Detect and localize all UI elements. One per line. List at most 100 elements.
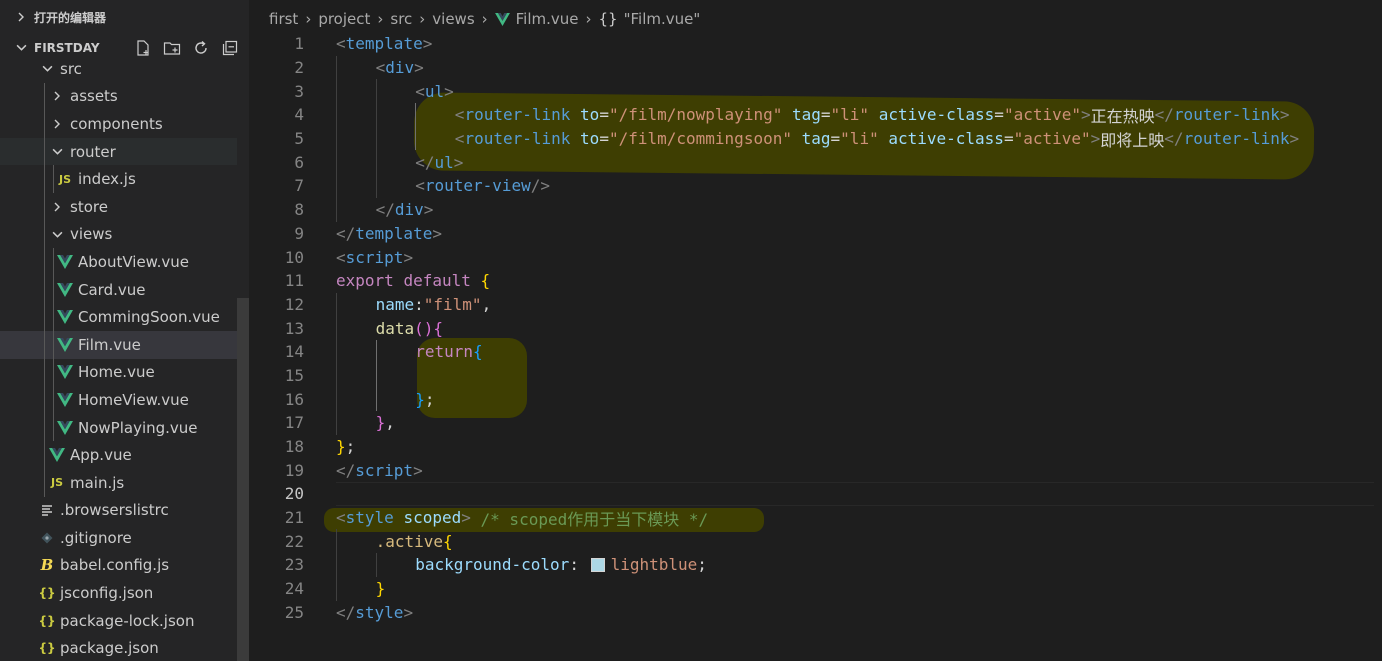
code-line[interactable]: 10 < script > bbox=[249, 245, 1382, 269]
code-line[interactable]: 15 bbox=[249, 363, 1382, 388]
code-token: router-link bbox=[1183, 129, 1290, 149]
code-token: tag bbox=[801, 129, 831, 149]
code-token: active-class bbox=[888, 129, 1004, 149]
code-text: < template > bbox=[336, 32, 432, 56]
code-token: /* scoped作用于当下模块 */ bbox=[480, 509, 709, 529]
tree-item-components[interactable]: components bbox=[0, 110, 237, 138]
tree-item-jsconfig-json[interactable]: {} jsconfig.json bbox=[0, 579, 237, 607]
code-line[interactable]: 24} bbox=[249, 576, 1382, 601]
indent-guide bbox=[336, 174, 337, 198]
tree-item-nowplaying-vue[interactable]: NowPlaying.vue bbox=[0, 413, 237, 442]
breadcrumb-symbol[interactable]: "Film.vue" bbox=[624, 10, 701, 28]
tree-item-homeview-vue[interactable]: HomeView.vue bbox=[0, 386, 237, 414]
breadcrumb-file[interactable]: Film.vue bbox=[516, 10, 579, 28]
indent-guide bbox=[375, 553, 377, 577]
code-token: > bbox=[461, 508, 471, 528]
code-text: </div > bbox=[376, 198, 434, 222]
code-line[interactable]: 4 < router-link to = "/film/nowplaying" tag =… bbox=[249, 103, 1382, 127]
indent-guide bbox=[375, 103, 377, 127]
line-number: 7 bbox=[294, 176, 304, 196]
tree-item-views[interactable]: views bbox=[0, 220, 237, 249]
code-line[interactable]: 12 name: "film", bbox=[249, 292, 1382, 317]
tree-item-gitignore[interactable]: .gitignore bbox=[0, 524, 237, 552]
tree-item-app-vue[interactable]: App.vue bbox=[0, 441, 237, 469]
code-token: </ bbox=[336, 460, 356, 480]
code-token: < bbox=[454, 129, 465, 149]
code-token: < bbox=[454, 105, 465, 125]
code-line[interactable]: 16}; bbox=[249, 387, 1382, 411]
code-line[interactable]: 19 </script > bbox=[249, 458, 1382, 482]
code-line[interactable]: 3 < ul > bbox=[249, 79, 1382, 104]
code-text: </template > bbox=[336, 222, 442, 246]
tree-item-card-vue[interactable]: Card.vue bbox=[0, 275, 237, 304]
line-number: 25 bbox=[284, 602, 304, 622]
code-editor[interactable]: first › project › src › views › Film.vue… bbox=[249, 0, 1382, 661]
code-line[interactable]: 1 < template > bbox=[249, 32, 1382, 56]
tree-item-film-vue[interactable]: Film.vue bbox=[0, 330, 237, 359]
tree-item-store[interactable]: store bbox=[0, 192, 237, 221]
code-line[interactable]: 13 data(){ bbox=[249, 316, 1382, 340]
breadcrumb-item-project[interactable]: project bbox=[318, 10, 370, 28]
breadcrumb-item-first[interactable]: first bbox=[269, 10, 298, 28]
tree-item-label: package.json bbox=[60, 639, 159, 658]
indent-guide bbox=[53, 248, 54, 276]
sidebar-scrollbar-thumb[interactable] bbox=[237, 298, 249, 661]
code-line[interactable]: 5 < router-link to = "/film/commingsoon" tag… bbox=[249, 126, 1382, 151]
breadcrumb-item-views[interactable]: views bbox=[432, 10, 474, 28]
babel-file-icon: B bbox=[40, 556, 54, 575]
code-line[interactable]: 6 </ul > bbox=[249, 150, 1382, 175]
code-line[interactable]: 21 < style scoped > /* scoped作用于当下模块 */ bbox=[249, 506, 1382, 530]
line-number: 6 bbox=[294, 152, 304, 172]
code-token: tag bbox=[791, 105, 821, 125]
tree-item-commingsoon-vue[interactable]: CommingSoon.vue bbox=[0, 303, 237, 331]
indent-guide bbox=[336, 316, 337, 340]
code-token: { bbox=[433, 318, 444, 338]
code-token: template bbox=[355, 223, 433, 243]
tree-item-aboutview-vue[interactable]: AboutView.vue bbox=[0, 248, 237, 276]
tree-item-src[interactable]: src bbox=[0, 55, 237, 83]
code-line[interactable]: 18}; bbox=[249, 435, 1382, 459]
chevron-down-icon bbox=[40, 62, 54, 76]
code-token: > bbox=[1279, 105, 1290, 125]
chevron-right-icon: › bbox=[305, 10, 312, 28]
code-line[interactable]: 17}, bbox=[249, 411, 1382, 435]
code-line[interactable]: 11 export default { bbox=[249, 269, 1382, 293]
indent-guide bbox=[44, 303, 45, 331]
tree-item-assets[interactable]: assets bbox=[0, 82, 237, 111]
code-line[interactable]: 25 </style > bbox=[249, 601, 1382, 625]
indent-guide bbox=[336, 411, 337, 435]
code-token: < bbox=[415, 176, 425, 196]
braces-icon: {} bbox=[598, 10, 618, 28]
code-line[interactable]: 22 .active{ bbox=[249, 529, 1382, 554]
open-editors-section[interactable]: 打开的编辑器 bbox=[0, 0, 249, 34]
code-line[interactable]: 23 background-color: lightblue; bbox=[249, 553, 1382, 577]
tree-item-home-vue[interactable]: Home.vue bbox=[0, 358, 237, 387]
tree-item-package-lock-json[interactable]: {} package-lock.json bbox=[0, 607, 237, 635]
tree-item-index-js[interactable]: JS index.js bbox=[0, 165, 237, 193]
tree-item-package-json[interactable]: {} package.json bbox=[0, 634, 237, 661]
tree-item-babel-config-js[interactable]: Bbabel.config.js bbox=[0, 552, 237, 580]
color-swatch[interactable] bbox=[590, 557, 605, 572]
code-line[interactable]: 8 </div > bbox=[249, 197, 1382, 222]
tree-item-main-js[interactable]: JS main.js bbox=[0, 468, 237, 497]
code-text: name: "film", bbox=[376, 293, 492, 317]
tree-item-label: App.vue bbox=[70, 446, 132, 465]
code-line[interactable]: 14 return{ bbox=[249, 339, 1382, 364]
line-number: 23 bbox=[284, 555, 304, 575]
code-line[interactable]: 20 bbox=[249, 482, 1382, 506]
code-area[interactable]: 1 < template >2 < div >3 < ul >4 < router-link to = "… bbox=[249, 32, 1382, 624]
code-token: } bbox=[375, 579, 386, 599]
code-line[interactable]: 7 < router-view/> bbox=[249, 174, 1382, 198]
code-token: > bbox=[414, 58, 424, 78]
code-line[interactable]: 2 < div > bbox=[249, 55, 1382, 80]
vue-file-icon bbox=[56, 254, 74, 269]
tree-item-browserslistrc[interactable]: .browserslistrc bbox=[0, 497, 237, 525]
code-token: > bbox=[422, 34, 433, 54]
code-token: div bbox=[394, 200, 424, 220]
breadcrumb-item-src[interactable]: src bbox=[390, 10, 412, 28]
line-number: 20 bbox=[284, 484, 304, 504]
tree-item-router[interactable]: router bbox=[0, 137, 237, 166]
indent-guide bbox=[44, 441, 45, 469]
code-line[interactable]: 9 </template > bbox=[249, 222, 1382, 246]
